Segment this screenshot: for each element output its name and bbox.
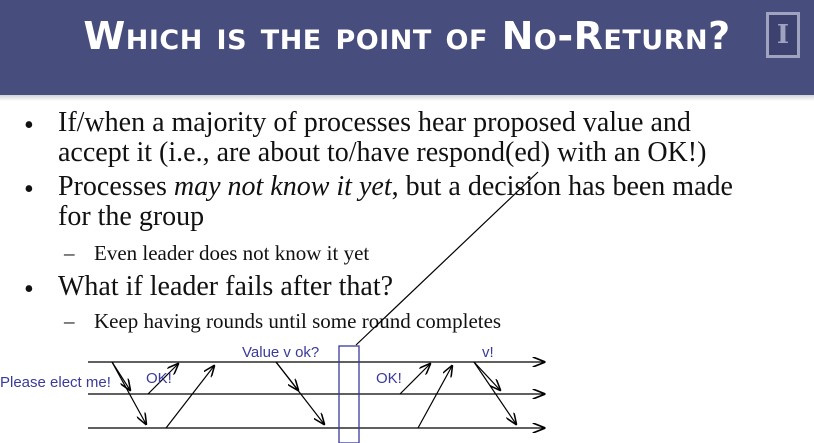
message-diagram: Please elect me! OK! Value v ok? OK! v! (0, 344, 814, 443)
message-arrow (417, 366, 452, 429)
label-please-elect-me: Please elect me! (0, 374, 111, 391)
message-arrow (473, 361, 516, 424)
label-ok-2: OK! (376, 370, 402, 387)
label-ok-1: OK! (146, 370, 172, 387)
message-arrow (473, 361, 500, 390)
label-value-v-ok: Value v ok? (242, 344, 319, 361)
label-v: v! (482, 344, 494, 361)
annotation-arrow (355, 171, 539, 346)
message-arrow (111, 361, 146, 424)
message-arrow (275, 361, 324, 424)
message-arrow (399, 364, 430, 395)
message-arrow (165, 366, 214, 429)
